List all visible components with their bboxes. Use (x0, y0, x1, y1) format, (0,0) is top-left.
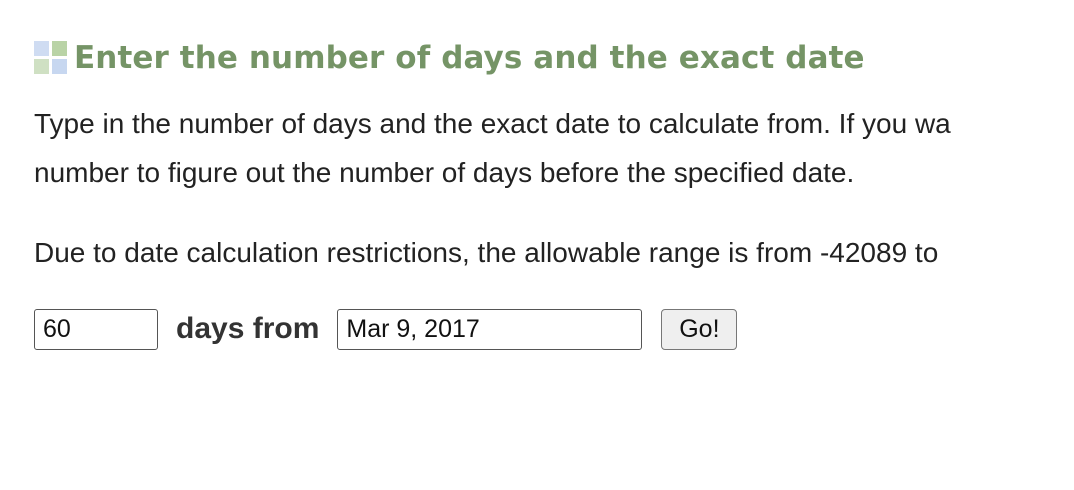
section-heading: Enter the number of days and the exact d… (34, 36, 1074, 80)
section-title: Enter the number of days and the exact d… (74, 40, 865, 76)
date-calc-form: days from Go! (34, 308, 1074, 350)
grid-squares-icon (34, 41, 68, 75)
date-input[interactable] (337, 308, 643, 350)
range-note: Due to date calculation restrictions, th… (34, 237, 939, 268)
days-from-label: days from (176, 312, 320, 345)
calculator-section: Enter the number of days and the exact d… (34, 36, 1074, 350)
instructions-line-2: number to figure out the number of days … (34, 157, 855, 188)
instructions-paragraph: Type in the number of days and the exact… (34, 99, 1074, 197)
go-button[interactable]: Go! (661, 308, 738, 350)
instructions-line-1: Type in the number of days and the exact… (34, 108, 951, 139)
days-input[interactable] (34, 308, 158, 350)
